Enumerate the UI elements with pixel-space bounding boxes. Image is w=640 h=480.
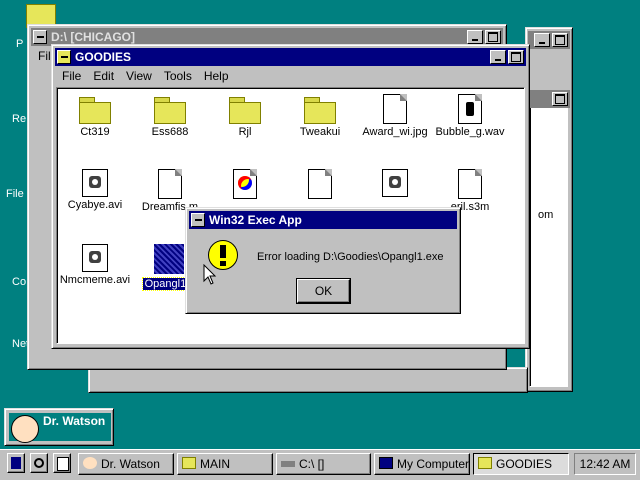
menu-help[interactable]: Help (204, 69, 229, 83)
document-icon (158, 169, 182, 199)
file-item[interactable] (284, 169, 356, 201)
background-window-right[interactable]: om (525, 27, 573, 392)
doctor-icon (83, 457, 97, 469)
background-window-bottom[interactable] (88, 367, 528, 393)
folder-icon (182, 457, 196, 469)
system-menu-icon[interactable] (33, 30, 47, 44)
doctor-icon (11, 415, 39, 443)
goodies-menubar: File Edit View Tools Help (56, 67, 525, 85)
desktop-label-partial-3: File (6, 188, 24, 200)
folder-icon (229, 94, 261, 124)
minimize-button[interactable] (490, 50, 506, 64)
file-item[interactable]: Ess688 (134, 94, 206, 138)
desktop-label-partial-1: P (16, 38, 24, 50)
sound-file-icon (458, 94, 482, 124)
partial-text: om (538, 209, 554, 221)
menu-view[interactable]: View (126, 69, 152, 83)
document-icon (383, 94, 407, 124)
goodies-title: GOODIES (75, 50, 132, 64)
menu-file[interactable]: File (62, 69, 81, 83)
goodies-titlebar[interactable]: GOODIES (55, 48, 526, 66)
quicklaunch-icon-1[interactable] (7, 453, 25, 473)
menu-edit[interactable]: Edit (93, 69, 114, 83)
background-window-titlebar[interactable] (528, 31, 570, 49)
file-item[interactable]: Cyabye.avi (59, 169, 131, 211)
error-message: Error loading D:\Goodies\Opangl1.exe (257, 251, 444, 263)
background-window-2-titlebar[interactable] (528, 90, 570, 108)
ok-button[interactable]: OK (296, 278, 351, 304)
folder-icon (304, 94, 336, 124)
dialog-titlebar[interactable]: Win32 Exec App (189, 211, 457, 229)
maximize-button-2[interactable] (552, 92, 568, 106)
quicklaunch-icon-2[interactable] (30, 453, 48, 473)
application-icon (154, 244, 184, 274)
computer-icon (379, 457, 393, 469)
taskbar-item-main[interactable]: MAIN (177, 453, 273, 475)
background-window-client: om (529, 90, 568, 387)
video-file-icon (82, 244, 108, 272)
system-menu-icon[interactable] (191, 213, 205, 227)
dr-watson-label: Dr. Watson (43, 414, 106, 428)
video-file-icon (82, 169, 108, 197)
minimize-button[interactable] (467, 30, 483, 44)
folder-icon[interactable] (57, 50, 71, 64)
file-item[interactable] (209, 169, 281, 201)
dr-watson-window[interactable]: Dr. Watson (4, 408, 114, 446)
maximize-button[interactable] (508, 50, 524, 64)
taskbar-item-my-computer[interactable]: My Computer (374, 453, 470, 475)
mouse-pointer-icon (203, 264, 217, 285)
document-icon (308, 169, 332, 199)
folder-icon (478, 457, 492, 469)
drive-icon (281, 461, 295, 467)
desktop-label-partial-2: Re (12, 113, 27, 125)
file-item[interactable]: Tweakui (284, 94, 356, 138)
taskbar-item-goodies[interactable]: GOODIES (473, 453, 569, 475)
system-clock[interactable]: 12:42 AM (574, 453, 636, 475)
quicklaunch-icon-3[interactable] (53, 453, 71, 473)
menu-tools[interactable]: Tools (164, 69, 192, 83)
document-icon (458, 169, 482, 199)
dialog-title: Win32 Exec App (209, 213, 302, 227)
file-item[interactable]: Bubble_g.wav (434, 94, 506, 138)
taskbar-item-dr-watson[interactable]: Dr. Watson (78, 453, 174, 475)
file-item[interactable]: Award_wi.jpg (359, 94, 431, 138)
desktop-label-partial-4: Co (12, 276, 27, 288)
file-item[interactable]: Rjl (209, 94, 281, 138)
error-dialog[interactable]: Win32 Exec App Error loading D:\Goodies\… (185, 207, 461, 314)
taskbar-item-c-drive[interactable]: C:\ [] (276, 453, 371, 475)
paint-file-icon (233, 169, 257, 199)
maximize-button[interactable] (552, 33, 568, 47)
file-item[interactable] (359, 169, 431, 199)
file-item[interactable]: Ct319 (59, 94, 131, 138)
folder-icon (154, 94, 186, 124)
maximize-button[interactable] (485, 30, 501, 44)
folder-icon (79, 94, 111, 124)
minimize-button[interactable] (534, 33, 550, 47)
video-file-icon (382, 169, 408, 197)
chicago-title: D:\ [CHICAGO] (51, 30, 135, 44)
file-item[interactable]: Nmcmeme.avi (59, 244, 131, 286)
